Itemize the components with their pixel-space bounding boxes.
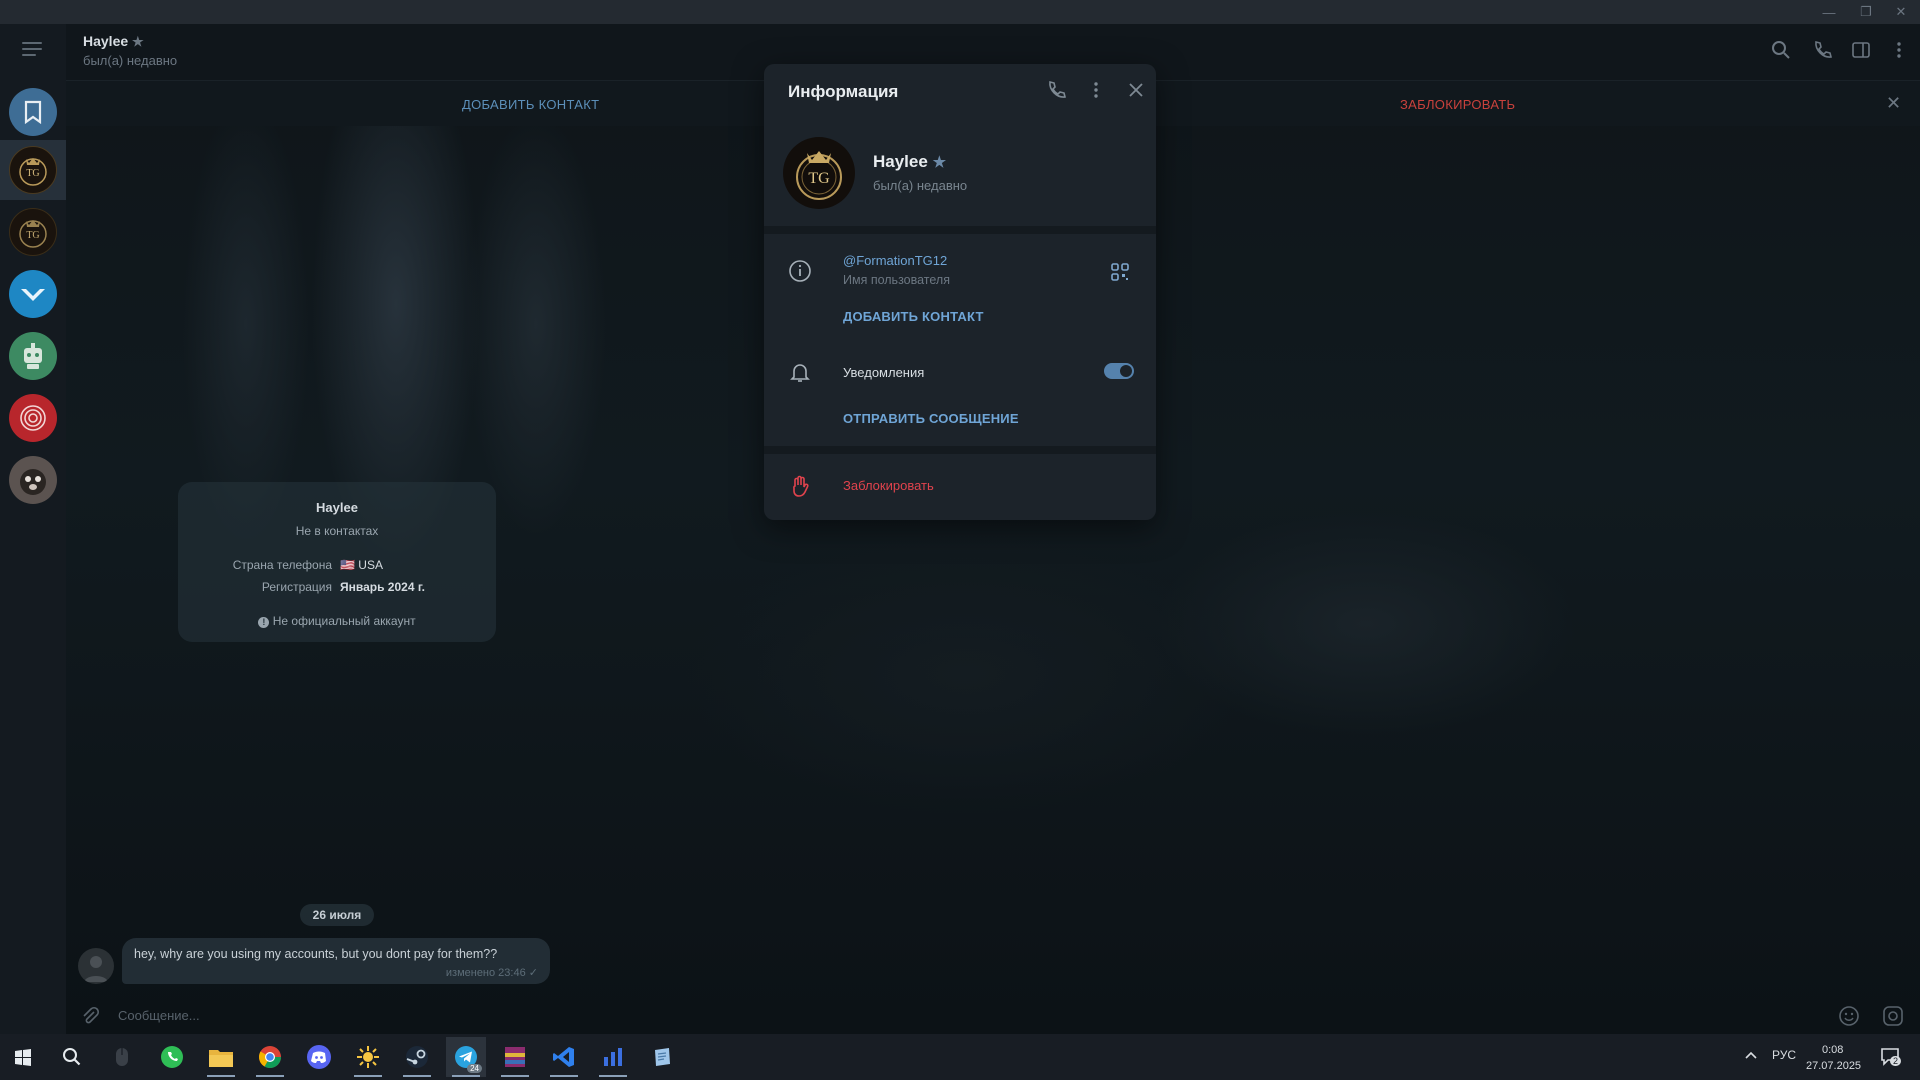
info-card-name: Haylee: [316, 500, 358, 515]
send-message-link[interactable]: ОТПРАВИТЬ СООБЩЕНИЕ: [843, 411, 1019, 426]
block-user-button[interactable]: Заблокировать: [843, 478, 934, 493]
info-modal: Информация TG Haylee ★ был(а) недавно @F…: [764, 64, 1156, 520]
winrar-icon[interactable]: [495, 1037, 535, 1077]
sidebar-toggle-icon[interactable]: [1851, 40, 1873, 62]
message-avatar[interactable]: [78, 948, 114, 984]
more-icon[interactable]: [1889, 40, 1911, 62]
chat-avatar-vk[interactable]: [9, 270, 57, 318]
tg-crest-icon: TG: [19, 158, 47, 186]
notifications-label: Уведомления: [843, 365, 925, 380]
section-divider: [764, 226, 1156, 234]
more-icon[interactable]: [1086, 80, 1110, 104]
fingerprint-icon: [20, 405, 46, 431]
contact-info-card: Haylee Не в контактах Страна телефона 🇺🇸…: [178, 482, 496, 642]
telegram-badge: 24: [467, 1064, 482, 1073]
close-icon[interactable]: ✕: [1890, 2, 1912, 22]
info-row-registration: Регистрация Январь 2024 г.: [261, 580, 425, 594]
taskbar: 24 РУС 0:08 27.07.2025 2: [0, 1034, 1920, 1080]
message-bubble[interactable]: hey, why are you using my accounts, but …: [122, 938, 550, 984]
block-button[interactable]: ЗАБЛОКИРОВАТЬ: [1400, 97, 1515, 112]
svg-text:TG: TG: [26, 168, 39, 179]
section-divider: [764, 446, 1156, 454]
animal-photo-icon: [20, 469, 46, 495]
emoji-icon[interactable]: [1838, 1005, 1860, 1032]
clock-time[interactable]: 0:08: [1822, 1044, 1843, 1056]
vscode-icon[interactable]: [544, 1037, 584, 1077]
notes-app-icon[interactable]: [642, 1037, 682, 1077]
menu-icon[interactable]: [22, 42, 44, 58]
file-explorer-icon[interactable]: [201, 1037, 241, 1077]
check-logo-icon: [21, 289, 45, 301]
add-contact-link[interactable]: ДОБАВИТЬ КОНТАКТ: [843, 309, 984, 324]
unofficial-note: ! Не официальный аккаунт: [178, 614, 496, 628]
chat-avatar-fingerprint[interactable]: [9, 394, 57, 442]
info-card-subtitle: Не в контактах: [295, 524, 379, 538]
info-icon: [788, 259, 812, 283]
modal-title: Информация: [788, 82, 899, 101]
profile-name: Haylee ★: [873, 152, 947, 171]
minimize-icon[interactable]: —: [1818, 2, 1840, 22]
user-silhouette-icon: [84, 956, 108, 982]
add-contact-button[interactable]: ДОБАВИТЬ КОНТАКТ: [462, 97, 599, 112]
bookmark-icon: [24, 100, 42, 124]
username-label: Имя пользователя: [843, 273, 950, 287]
notifications-toggle[interactable]: [1104, 363, 1134, 379]
telegram-icon[interactable]: 24: [446, 1037, 486, 1077]
sun-app-icon[interactable]: [348, 1037, 388, 1077]
chat-title[interactable]: Haylee ★: [83, 33, 144, 50]
check-icon: ✓: [528, 967, 538, 979]
restore-icon[interactable]: ❐: [1855, 2, 1877, 22]
chat-avatar-animal[interactable]: [9, 456, 57, 504]
robot-icon: [24, 343, 42, 369]
message-text: hey, why are you using my accounts, but …: [134, 947, 498, 961]
phone-icon[interactable]: [1046, 80, 1070, 104]
notification-count: 2: [1890, 1056, 1902, 1066]
chart-app-icon[interactable]: [593, 1037, 633, 1077]
notification-center-icon[interactable]: 2: [1880, 1046, 1902, 1073]
profile-avatar[interactable]: TG: [783, 137, 855, 209]
search-icon[interactable]: [1771, 40, 1793, 62]
chat-avatar-bot[interactable]: [9, 332, 57, 380]
info-row-country: Страна телефона 🇺🇸 USA: [232, 558, 383, 572]
chevron-up-icon[interactable]: [1744, 1049, 1758, 1068]
chat-avatar-tg2[interactable]: TG: [9, 208, 57, 256]
chat-list-column: TG TG: [0, 24, 66, 1034]
premium-star-icon: ★: [132, 34, 144, 49]
message-meta: изменено 23:46 ✓: [445, 967, 538, 979]
close-icon[interactable]: [1126, 80, 1150, 104]
composer: Сообщение...: [66, 998, 1920, 1034]
premium-star-icon: ★: [932, 154, 947, 171]
profile-status: был(а) недавно: [873, 178, 968, 193]
chat-status: был(а) недавно: [83, 53, 178, 68]
search-icon[interactable]: [52, 1037, 92, 1077]
tg-crest-icon: TG: [19, 220, 47, 248]
chat-avatar-haylee[interactable]: TG: [9, 146, 57, 194]
bell-icon: [788, 360, 812, 384]
language-indicator[interactable]: РУС: [1772, 1048, 1796, 1062]
attach-icon[interactable]: [80, 1006, 100, 1031]
clock-date[interactable]: 27.07.2025: [1806, 1060, 1861, 1072]
whatsapp-icon[interactable]: [152, 1037, 192, 1077]
svg-text:TG: TG: [26, 230, 39, 241]
camera-icon[interactable]: [1882, 1005, 1904, 1032]
close-icon[interactable]: ✕: [1886, 93, 1901, 114]
hand-stop-icon: [788, 474, 812, 498]
us-flag-icon: 🇺🇸: [340, 558, 355, 572]
steam-icon[interactable]: [397, 1037, 437, 1077]
qr-code-icon[interactable]: [1110, 262, 1130, 287]
date-chip: 26 июля: [300, 904, 374, 926]
mouse-icon[interactable]: [102, 1037, 142, 1077]
username-value[interactable]: @FormationTG12: [843, 253, 947, 268]
window-titlebar: — ❐ ✕: [0, 0, 1920, 24]
discord-icon[interactable]: [299, 1037, 339, 1077]
alert-icon: !: [258, 617, 270, 628]
svg-text:TG: TG: [808, 170, 830, 187]
phone-icon[interactable]: [1812, 40, 1834, 62]
windows-start-icon[interactable]: [3, 1037, 43, 1077]
message-input[interactable]: Сообщение...: [118, 1008, 200, 1023]
saved-messages-avatar[interactable]: [9, 88, 57, 136]
tg-crest-icon: TG: [796, 151, 842, 200]
chrome-icon[interactable]: [250, 1037, 290, 1077]
